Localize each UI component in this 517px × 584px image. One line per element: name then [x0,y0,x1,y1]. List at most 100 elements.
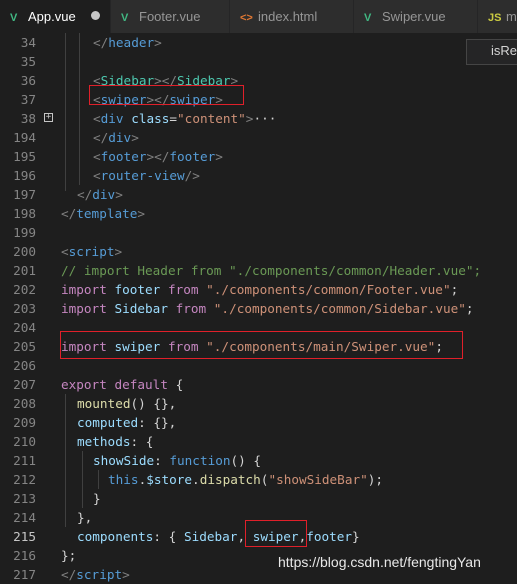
code-editor[interactable]: 34 </header> 35 36 <Sidebar></Sidebar> 37 <… [0,33,517,583]
tab-footer-vue[interactable]: V Footer.vue [111,0,230,33]
code-token: < [93,168,101,183]
code-token: </ [93,35,109,50]
code-token: > [114,244,123,259]
code-token: this.$store.dispatch("showSideBar"); [108,470,383,489]
tab-main-js[interactable]: JS ma [478,0,517,33]
code-token: from [167,282,199,297]
tab-label: Footer.vue [139,9,201,24]
code-token: showSide: function() { [93,451,261,470]
code-line: 195 <footer></footer> [0,147,517,166]
line-number: 200 [13,244,36,259]
code-token: </ [77,187,93,202]
line-number: 202 [13,282,36,297]
code-line: 213} [0,489,517,508]
code-token: <script> [61,242,122,261]
folded-ellipsis[interactable]: ··· [253,111,276,126]
code-token: "content" [177,111,246,126]
code-line: 210 methods: { [0,432,517,451]
code-token: ); [367,472,384,487]
line-number: 37 [20,92,36,107]
unsaved-dot-icon[interactable] [91,11,100,20]
code-token: () { [230,453,262,468]
code-line: 209 computed: {}, [0,413,517,432]
line-number: 36 [20,73,36,88]
code-token: () {}, [130,396,177,411]
highlight-box-swiper-import [60,331,463,359]
code-token: "showSideBar" [268,472,368,487]
editor-tab-bar: V App.vue V Footer.vue <> index.html V Swipe… [0,0,517,33]
line-number: 211 [13,453,36,468]
code-token: </header> [93,33,162,52]
code-token: </div> [77,185,123,204]
tab-index-html[interactable]: <> index.html [230,0,354,33]
code-token: /> [184,168,200,183]
line-number: 216 [13,548,36,563]
code-token: : { [130,434,154,449]
code-token: class [131,111,170,126]
line-number: 204 [13,320,36,335]
code-token: components [77,529,154,544]
line-number: 35 [20,54,36,69]
code-token: : { [153,529,184,544]
code-token: <footer></footer> [93,147,223,166]
line-number: 215 [13,529,36,544]
code-token: : {}, [138,415,177,430]
code-token: script [68,244,115,259]
line-number: 208 [13,396,36,411]
code-line: 199 [0,223,517,242]
code-token: div [100,111,124,126]
highlight-box-swiper-component [245,520,307,547]
code-token: </ [93,130,109,145]
code-token: Sidebar [106,301,176,316]
code-token: dispatch [199,472,261,487]
tab-label: App.vue [28,9,76,24]
code-line: 35 [0,52,517,71]
tab-label: Swiper.vue [382,9,446,24]
code-token: : [154,453,170,468]
line-number: 38 [20,111,36,126]
fold-expand-icon[interactable]: + [44,113,53,122]
code-line: 198 </template> [0,204,517,223]
code-token: this [108,472,139,487]
code-token: showSide [93,453,155,468]
code-line: 38 + <div class="content">··· [0,109,517,128]
line-number: 199 [13,225,36,240]
autocomplete-hint[interactable]: isRel [466,39,517,65]
code-token: router-view [100,168,185,183]
code-token: default [114,377,168,392]
code-token: }, [77,510,93,525]
highlight-box-swiper-tag [89,85,244,105]
code-token: < [93,149,101,164]
code-token: $store [146,472,193,487]
line-number: 212 [13,472,36,487]
code-token: export default { [61,375,183,394]
tab-swiper-vue[interactable]: V Swiper.vue [354,0,478,33]
code-token: <router-view/> [93,166,200,185]
code-token: > [215,149,223,164]
code-token: > [154,35,162,50]
line-number: 198 [13,206,36,221]
code-token: < [61,244,69,259]
line-number: 206 [13,358,36,373]
code-line: 197 </div> [0,185,517,204]
vue-icon: V [364,12,372,24]
vue-icon: V [10,12,18,24]
html-icon: <> [240,12,253,24]
tab-app-vue[interactable]: V App.vue [0,0,111,33]
code-token: from [175,301,207,316]
code-token: ; [450,282,459,297]
code-token: > [115,187,123,202]
code-line: 194 </div> [0,128,517,147]
code-line: 208 mounted() {}, [0,394,517,413]
code-token: import [61,301,107,316]
code-token: } [93,491,101,506]
line-number: 210 [13,434,36,449]
code-token: export [61,377,107,392]
code-line: 196 <router-view/> [0,166,517,185]
code-token: </template> [61,204,145,223]
code-token: > [131,130,139,145]
line-number: 201 [13,263,36,278]
code-token: footer [306,529,353,544]
line-number: 207 [13,377,36,392]
